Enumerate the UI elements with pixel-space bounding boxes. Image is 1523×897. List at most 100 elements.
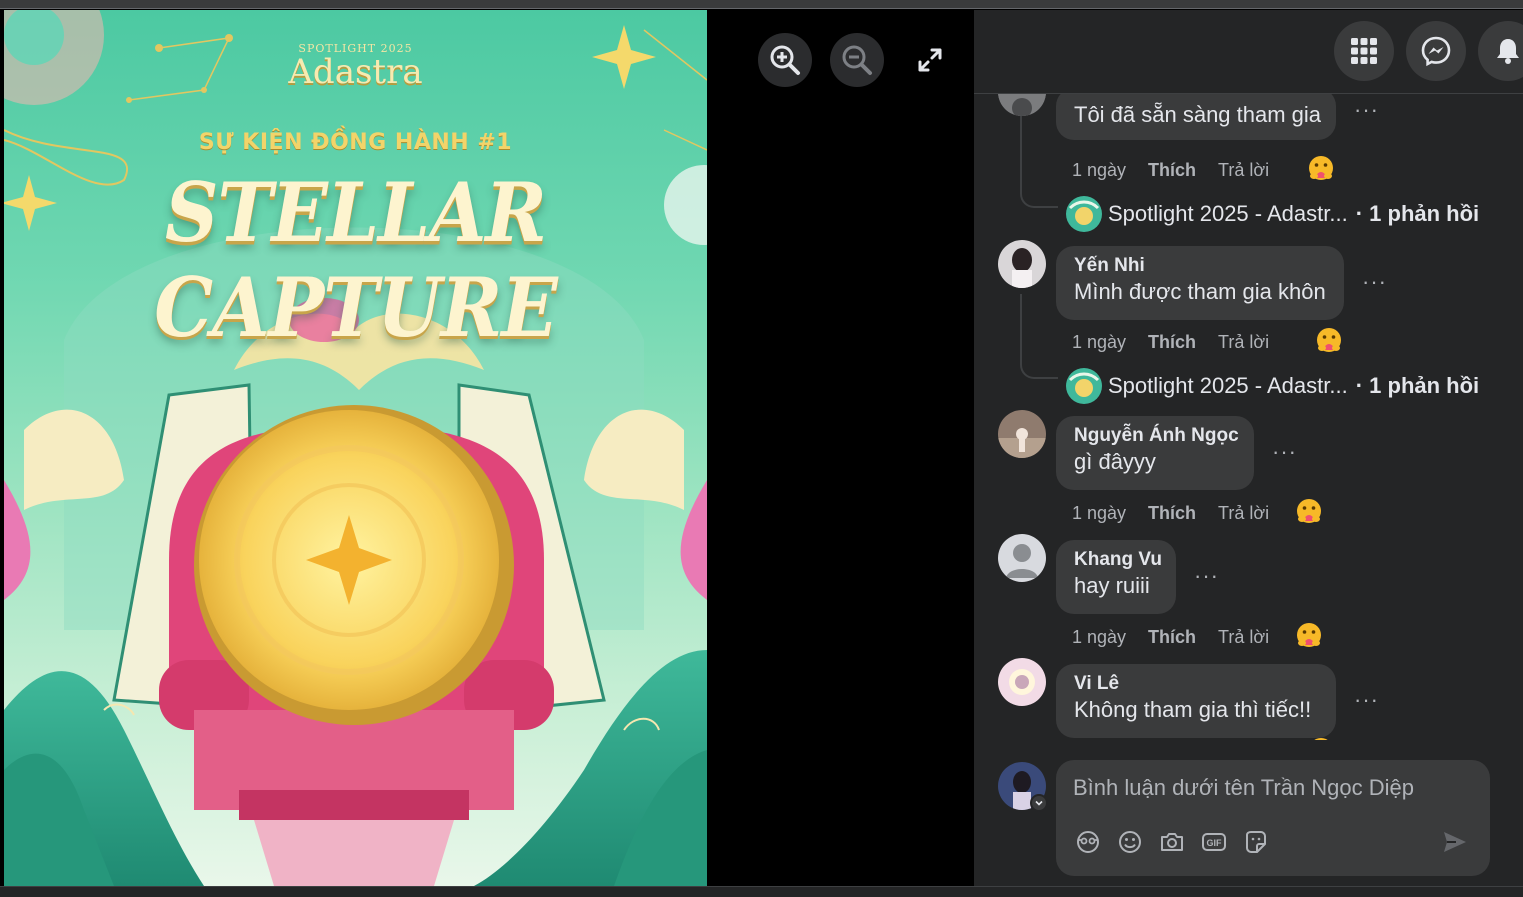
window-top-bar <box>0 0 1523 9</box>
window-bottom-bar <box>0 886 1523 897</box>
comments-panel: Tôi đã sẵn sàng tham gia ··· 1 ngày Thích… <box>974 10 1523 886</box>
like-button[interactable]: Thích <box>1148 332 1196 352</box>
zoom-in-button[interactable] <box>758 33 812 87</box>
grid-menu-icon <box>1351 38 1377 64</box>
comment-author[interactable]: Vi Lê <box>1074 672 1318 696</box>
zoom-in-icon <box>770 45 800 75</box>
avatar[interactable] <box>998 658 1046 706</box>
menu-button[interactable] <box>1334 21 1394 81</box>
comment-text: hay ruiii <box>1074 573 1150 598</box>
photo-button[interactable] <box>1157 827 1187 857</box>
gif-button[interactable]: GIF <box>1199 827 1229 857</box>
fullscreen-button[interactable] <box>910 40 950 80</box>
comment-composer: GIF <box>1056 760 1490 876</box>
thread-line <box>1020 294 1022 349</box>
profile-switch-button[interactable] <box>1030 794 1048 812</box>
avatar[interactable] <box>998 534 1046 582</box>
send-icon <box>1444 832 1466 852</box>
comment-text: Không tham gia thì tiếc!! <box>1074 697 1312 722</box>
reply-button[interactable]: Trả lời <box>1218 332 1269 352</box>
panel-header <box>974 10 1523 94</box>
avatar[interactable] <box>998 240 1046 288</box>
poster-brand: Adastra <box>288 52 423 92</box>
comment-input[interactable] <box>1073 772 1473 804</box>
zoom-out-button[interactable] <box>830 33 884 87</box>
page-avatar-image <box>1066 368 1102 404</box>
sticker-icon <box>1246 831 1266 853</box>
comment-meta: 1 ngày Thích Trả lời <box>1072 503 1291 524</box>
chevron-down-icon <box>1035 800 1043 806</box>
avatar-photo <box>998 410 1046 458</box>
emoji-button[interactable] <box>1115 827 1145 857</box>
avatar-photo <box>998 658 1046 706</box>
care-reaction-icon[interactable] <box>1314 326 1344 356</box>
zoom-out-icon <box>842 45 872 75</box>
thread-line <box>1020 114 1022 178</box>
view-replies-link[interactable]: Spotlight 2025 - Adastr... · 1 phản hồi <box>1066 368 1479 404</box>
poster-event-label: SỰ KIỆN ĐỒNG HÀNH #1 <box>198 130 513 155</box>
avatar-photo <box>998 94 1046 116</box>
page-avatar-image <box>1066 196 1102 232</box>
gif-icon: GIF <box>1202 833 1226 851</box>
comment-author[interactable]: Yến Nhi <box>1074 254 1326 278</box>
comment-author[interactable]: Khang Vu <box>1074 548 1162 572</box>
view-replies-link[interactable]: Spotlight 2025 - Adastr... · 1 phản hồi <box>1066 196 1479 232</box>
comment-text: Mình được tham gia khôn <box>1074 279 1326 304</box>
comment-bubble: Vi Lê Không tham gia thì tiếc!! <box>1056 664 1336 738</box>
reply-button[interactable]: Trả lời <box>1218 627 1269 647</box>
expand-icon <box>918 48 942 72</box>
care-reaction-icon[interactable] <box>1306 736 1336 740</box>
like-button[interactable]: Thích <box>1148 627 1196 647</box>
default-avatar-icon <box>998 534 1046 582</box>
care-reaction-icon[interactable] <box>1306 154 1336 184</box>
comment-bubble: Yến Nhi Mình được tham gia khôn <box>1056 246 1344 320</box>
thread-connector <box>1020 349 1058 379</box>
comments-list[interactable]: Tôi đã sẵn sàng tham gia ··· 1 ngày Thích… <box>974 94 1523 740</box>
comment-meta: 1 ngày Thích Trả lời <box>1072 160 1291 181</box>
reply-count: · 1 phản hồi <box>1355 373 1480 398</box>
reply-button[interactable]: Trả lời <box>1218 503 1269 523</box>
comment-more-button[interactable]: ··· <box>1354 99 1379 121</box>
reply-author: Spotlight 2025 - Adastr... <box>1108 373 1348 398</box>
page-avatar <box>1066 368 1102 404</box>
photo-viewer: SPOTLIGHT 2025 Adastra SỰ KIỆN ĐỒNG HÀNH… <box>0 0 1523 897</box>
sticker-button[interactable] <box>1241 827 1271 857</box>
comment-bubble: Khang Vu hay ruiii <box>1056 540 1176 614</box>
thread-connector <box>1020 178 1058 208</box>
reply-count: · 1 phản hồi <box>1355 201 1480 226</box>
comment-more-button[interactable]: ··· <box>1272 441 1297 463</box>
comment-more-button[interactable]: ··· <box>1354 689 1379 711</box>
avatar-sticker-icon <box>1077 831 1099 853</box>
comment-time[interactable]: 1 ngày <box>1072 160 1126 180</box>
avatar[interactable] <box>998 410 1046 458</box>
comment-meta: 1 ngày Thích Trả lời <box>1072 332 1291 353</box>
comment-time[interactable]: 1 ngày <box>1072 503 1126 523</box>
comment-text: Tôi đã sẵn sàng tham gia <box>1074 102 1322 127</box>
care-reaction-icon[interactable] <box>1294 497 1324 527</box>
like-button[interactable]: Thích <box>1148 503 1196 523</box>
camera-icon <box>1161 833 1183 851</box>
messenger-icon <box>1421 36 1451 67</box>
comment-text: gì đâyyy <box>1074 449 1156 474</box>
messenger-button[interactable] <box>1406 21 1466 81</box>
comment-author[interactable]: Nguyễn Ánh Ngọc <box>1074 424 1239 448</box>
reply-author: Spotlight 2025 - Adastr... <box>1108 201 1348 226</box>
notifications-button[interactable] <box>1478 21 1523 81</box>
care-reaction-icon[interactable] <box>1294 621 1324 651</box>
comment-time[interactable]: 1 ngày <box>1072 627 1126 647</box>
comment-bubble: Nguyễn Ánh Ngọc gì đâyyy <box>1056 416 1254 490</box>
page-avatar <box>1066 196 1102 232</box>
emoji-icon <box>1119 831 1141 853</box>
avatar[interactable] <box>998 94 1046 116</box>
poster-title: STELLAR CAPTURE <box>154 166 557 356</box>
avatar-sticker-button[interactable] <box>1073 827 1103 857</box>
comment-more-button[interactable]: ··· <box>1194 565 1219 587</box>
reply-button[interactable]: Trả lời <box>1218 160 1269 180</box>
comment-meta: 1 ngày Thích Trả lời <box>1072 627 1291 648</box>
comment-time[interactable]: 1 ngày <box>1072 332 1126 352</box>
like-button[interactable]: Thích <box>1148 160 1196 180</box>
send-button[interactable] <box>1440 827 1470 857</box>
post-photo[interactable]: SPOTLIGHT 2025 Adastra SỰ KIỆN ĐỒNG HÀNH… <box>4 10 707 886</box>
comment-more-button[interactable]: ··· <box>1362 271 1387 293</box>
bell-icon <box>1497 39 1519 64</box>
